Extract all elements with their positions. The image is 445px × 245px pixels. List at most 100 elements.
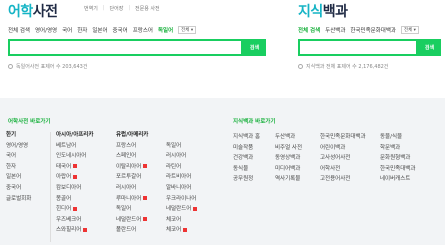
encyc-link[interactable]: 동영상백과 xyxy=(275,153,302,164)
info-icon xyxy=(8,64,13,69)
encyc-search-input[interactable] xyxy=(298,39,418,56)
top-nav-pro-dict[interactable]: 전문용 사전 xyxy=(135,5,160,12)
new-badge xyxy=(73,164,78,169)
encyc-tab-doosan[interactable]: 두산백과 xyxy=(325,26,345,34)
dict-link[interactable]: 포르투갈어 xyxy=(116,172,148,183)
encyc-link[interactable]: 네이버캐스트 xyxy=(380,174,415,185)
dict-link[interactable]: 아랍어 xyxy=(56,172,93,183)
dict-link[interactable]: 스와힐리어 xyxy=(56,225,93,236)
encyc-col-2: 두산백과 비주얼 사전 동영상백과 미디어백과 역사기록물 xyxy=(275,132,302,185)
encyc-link[interactable]: 건강백과 xyxy=(233,153,260,164)
dict-search-button[interactable]: 검색 xyxy=(243,39,266,56)
dict-link[interactable]: 체코어 xyxy=(166,215,197,226)
info-icon xyxy=(298,64,303,69)
encyc-hint: 지식백과 전체 표제어 수 2,176,482건 xyxy=(298,63,388,70)
top-nav-wordbook[interactable]: 단어장 xyxy=(110,5,124,12)
new-badge xyxy=(143,196,148,201)
encyc-link[interactable]: 두산백과 xyxy=(275,132,302,143)
dict-link[interactable]: 베트남어 xyxy=(56,141,93,152)
dict-link[interactable]: 우크라이나어 xyxy=(166,194,197,205)
dict-link[interactable]: 몽골어 xyxy=(56,194,93,205)
encyc-link[interactable]: 한국민족문화대백과 xyxy=(320,132,366,143)
encyc-col-1: 지식백과 홈 미술작품 건강백과 동식물 공무원정 xyxy=(233,132,260,185)
dict-col-major: 한기 영어/영영 국어 한자 일본어 중국어 글로벌회화 xyxy=(6,130,31,204)
dict-col-europe-2: 독일어 러시아어 라틴어 라트비아어 알바니아어 우크라이나어 네덜란드어 체코… xyxy=(166,141,198,236)
tab-german[interactable]: 독일어 xyxy=(158,26,173,34)
encyc-link[interactable]: 비주얼 사전 xyxy=(275,143,302,154)
dict-link[interactable]: 글로벌회화 xyxy=(6,194,31,205)
tab-french[interactable]: 프랑스어 xyxy=(133,26,153,34)
dict-link[interactable]: 독일어 xyxy=(116,204,148,215)
dict-link[interactable]: 체코어 xyxy=(166,225,197,236)
dict-link[interactable]: 스페인어 xyxy=(116,151,148,162)
dict-shortcut-title: 어학사전 바로가기 xyxy=(8,119,51,125)
encyc-link[interactable]: 동물/식물 xyxy=(380,132,415,143)
encyc-link[interactable]: 지식백과 홈 xyxy=(233,132,260,143)
dict-link[interactable]: 러시아어 xyxy=(166,151,197,162)
encyc-shortcut-title: 지식백과 바로가기 xyxy=(233,119,276,125)
encyc-link[interactable]: 역사기록물 xyxy=(275,174,302,185)
encyc-scope-dropdown[interactable]: 전체 ▾ xyxy=(400,26,419,34)
dict-link[interactable]: 알바니아어 xyxy=(166,183,197,194)
dict-link[interactable]: 캄보디아어 xyxy=(56,183,93,194)
encyc-link[interactable]: 동식물 xyxy=(233,164,260,175)
dict-top-nav: 번역기 | 단어장 | 전문용 사전 xyxy=(84,5,160,12)
dict-link[interactable]: 라트비아어 xyxy=(166,172,197,183)
dict-link[interactable]: 네덜란드어 xyxy=(166,204,198,215)
tab-all[interactable]: 전체 검색 xyxy=(8,26,30,34)
chevron-down-icon: ▾ xyxy=(413,28,416,33)
dict-col-europe: 유럽/아메리카 프랑스어 스페인어 이탈리아어 포르투갈어 러시아어 루마니아어… xyxy=(116,130,148,236)
encyc-tab-korean-culture[interactable]: 한국민족문화대백과 xyxy=(350,26,396,34)
new-badge xyxy=(183,227,188,232)
dict-link[interactable]: 한자 xyxy=(6,162,31,173)
encyc-col-4: 동물/식물 학문백과 문화원형백과 한국민족대백과 네이버캐스트 xyxy=(380,132,415,185)
tab-korean[interactable]: 국어 xyxy=(62,26,72,34)
encyc-col-3: 한국민족문화대백과 어린이백과 고사성어사전 어학사전 고전용어사전 xyxy=(320,132,366,185)
tab-english[interactable]: 영어/영영 xyxy=(35,26,57,34)
dict-link[interactable]: 라틴어 xyxy=(166,162,197,173)
new-badge xyxy=(83,227,88,232)
dict-col-asia: 아시아/아프리카 베트남어 인도네시아어 태국어 아랍어 캄보디아어 몽골어 힌… xyxy=(56,130,93,236)
encyc-link[interactable]: 고전용어사전 xyxy=(320,174,366,185)
dict-link[interactable]: 영어/영영 xyxy=(6,141,31,152)
encyc-link[interactable]: 공무원정 xyxy=(233,174,260,185)
dict-link[interactable]: 일본어 xyxy=(6,172,31,183)
dict-link[interactable]: 우즈베크어 xyxy=(56,215,93,226)
dict-tabs: 전체 검색 영어/영영 국어 한자 일본어 중국어 프랑스어 독일어 전체 ▾ xyxy=(8,26,197,34)
dict-scope-dropdown[interactable]: 전체 ▾ xyxy=(178,26,197,34)
encyc-logo[interactable]: 지식백과 xyxy=(298,1,348,21)
encyc-link[interactable]: 한국민족대백과 xyxy=(380,164,415,175)
tab-hanja[interactable]: 한자 xyxy=(77,26,87,34)
encyc-link[interactable]: 미디어백과 xyxy=(275,164,302,175)
top-nav-translator[interactable]: 번역기 xyxy=(84,5,98,12)
dict-link[interactable]: 힌디어 xyxy=(56,204,93,215)
chevron-down-icon: ▾ xyxy=(190,28,194,33)
dict-link[interactable]: 폴란드어 xyxy=(116,225,148,236)
dict-link[interactable]: 독일어 xyxy=(166,141,197,152)
dict-link[interactable]: 태국어 xyxy=(56,162,93,173)
encyc-link[interactable]: 학문백과 xyxy=(380,143,415,154)
dict-link[interactable]: 네덜란드어 xyxy=(116,215,148,226)
tab-chinese[interactable]: 중국어 xyxy=(113,26,128,34)
dict-link[interactable]: 중국어 xyxy=(6,183,31,194)
dict-logo[interactable]: 어학사전 xyxy=(8,1,58,21)
encyc-link[interactable]: 어린이백과 xyxy=(320,143,366,154)
encyc-link[interactable]: 고사성어사전 xyxy=(320,153,366,164)
tab-japanese[interactable]: 일본어 xyxy=(92,26,107,34)
dict-link[interactable]: 이탈리아어 xyxy=(116,162,148,173)
new-badge xyxy=(73,206,78,211)
dict-link[interactable]: 인도네시아어 xyxy=(56,151,93,162)
search-area: 어학사전 번역기 | 단어장 | 전문용 사전 전체 검색 영어/영영 국어 한자 … xyxy=(0,0,445,98)
dict-link[interactable]: 국어 xyxy=(6,151,31,162)
encyc-search-button[interactable]: 검색 xyxy=(418,39,441,56)
dict-link[interactable]: 러시아어 xyxy=(116,183,148,194)
encyc-link[interactable]: 문화원형백과 xyxy=(380,153,415,164)
dict-search-input[interactable] xyxy=(8,39,243,56)
new-badge xyxy=(193,206,198,211)
encyc-link[interactable]: 어학사전 xyxy=(320,164,366,175)
dict-link[interactable]: 루마니아어 xyxy=(116,194,148,205)
new-badge xyxy=(73,174,78,179)
encyc-link[interactable]: 미술작품 xyxy=(233,143,260,154)
encyc-tab-all[interactable]: 전체 검색 xyxy=(298,26,320,34)
dict-link[interactable]: 프랑스어 xyxy=(116,141,148,152)
